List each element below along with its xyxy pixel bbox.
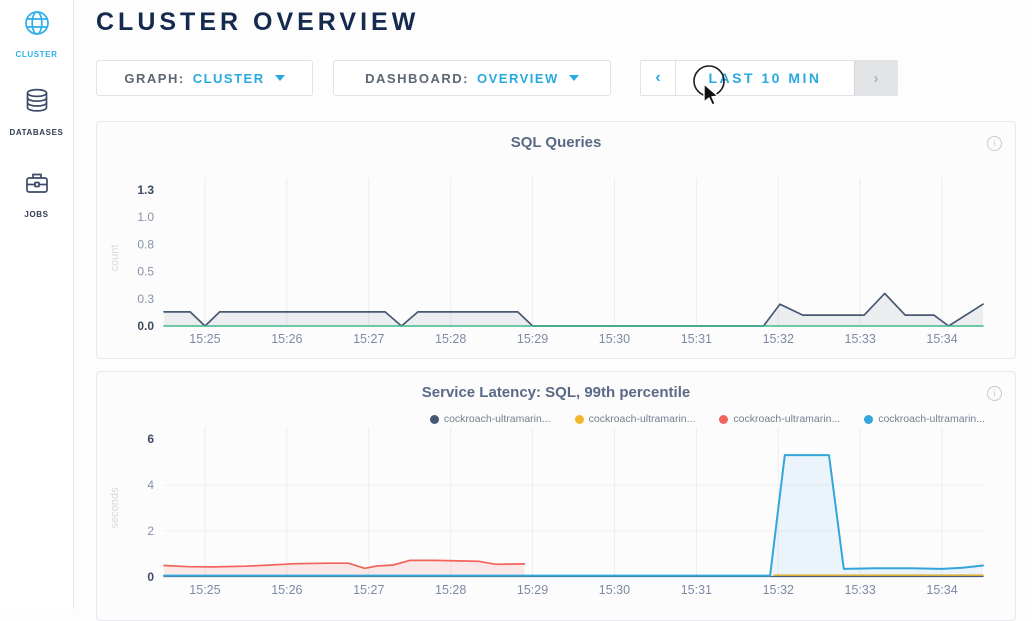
sql-queries-card: SQL Queries i 1.31.00.80.50.30.015:2515:… <box>96 121 1016 359</box>
sidebar-item-databases[interactable]: DATABASES <box>0 86 73 140</box>
svg-text:15:27: 15:27 <box>353 583 384 597</box>
svg-text:2: 2 <box>147 524 154 538</box>
service-latency-card: Service Latency: SQL, 99th percentile i … <box>96 371 1016 621</box>
svg-text:15:32: 15:32 <box>763 583 794 597</box>
service-latency-chart[interactable]: 6 4 2 0 15:25 15:26 15:27 15:28 15:29 15:30 15:31 1… <box>97 372 1017 610</box>
svg-text:1.0: 1.0 <box>137 210 154 224</box>
svg-text:15:29: 15:29 <box>517 332 548 346</box>
svg-text:15:30: 15:30 <box>599 332 630 346</box>
sql-queries-chart[interactable]: 1.3 1.0 0.8 0.5 0.3 0.0 15:25 15:26 15:27 15:28 15… <box>97 122 1017 360</box>
briefcase-icon <box>22 168 52 198</box>
svg-text:15:29: 15:29 <box>517 583 548 597</box>
svg-text:15:26: 15:26 <box>271 332 302 346</box>
graph-dropdown-value: CLUSTER <box>193 71 265 86</box>
sidebar: CLUSTER DATABASES JOBS <box>0 0 74 609</box>
svg-text:15:34: 15:34 <box>926 583 957 597</box>
page-title: CLUSTER OVERVIEW <box>96 8 419 37</box>
svg-text:15:25: 15:25 <box>189 583 220 597</box>
chevron-down-icon <box>569 75 579 81</box>
time-window-next-button[interactable]: › <box>854 61 897 95</box>
svg-text:15:28: 15:28 <box>435 583 466 597</box>
databases-icon <box>22 86 52 116</box>
globe-icon <box>22 8 52 38</box>
svg-text:15:27: 15:27 <box>353 332 384 346</box>
chevron-down-icon <box>275 75 285 81</box>
svg-text:15:33: 15:33 <box>845 332 876 346</box>
dashboard-dropdown[interactable]: DASHBOARD: OVERVIEW <box>333 60 611 96</box>
svg-text:15:32: 15:32 <box>763 332 794 346</box>
sidebar-item-label: DATABASES <box>10 128 64 137</box>
svg-text:0: 0 <box>147 570 154 584</box>
svg-text:15:26: 15:26 <box>271 583 302 597</box>
sidebar-item-jobs[interactable]: JOBS <box>0 168 73 222</box>
sidebar-item-label: JOBS <box>24 210 48 219</box>
time-window-selector: ‹ LAST 10 MIN › <box>640 60 898 96</box>
sidebar-item-cluster[interactable]: CLUSTER <box>0 8 73 62</box>
dashboard-dropdown-label: DASHBOARD: <box>365 71 469 86</box>
svg-text:1.3: 1.3 <box>137 183 154 197</box>
svg-text:15:25: 15:25 <box>189 332 220 346</box>
graph-dropdown-label: GRAPH: <box>124 71 184 86</box>
svg-text:15:31: 15:31 <box>681 332 712 346</box>
svg-text:15:30: 15:30 <box>599 583 630 597</box>
svg-text:0.3: 0.3 <box>137 292 154 306</box>
svg-text:count: count <box>109 245 121 272</box>
sidebar-item-label: CLUSTER <box>16 50 58 59</box>
svg-text:4: 4 <box>147 478 154 492</box>
svg-text:0.5: 0.5 <box>137 265 154 279</box>
svg-text:15:34: 15:34 <box>926 332 957 346</box>
svg-text:seconds: seconds <box>109 487 121 528</box>
dashboard-dropdown-value: OVERVIEW <box>477 71 559 86</box>
time-window-label[interactable]: LAST 10 MIN <box>676 61 854 95</box>
svg-text:15:33: 15:33 <box>845 583 876 597</box>
svg-text:6: 6 <box>147 432 154 446</box>
svg-text:0.0: 0.0 <box>137 319 154 333</box>
svg-text:15:28: 15:28 <box>435 332 466 346</box>
svg-text:15:31: 15:31 <box>681 583 712 597</box>
graph-dropdown[interactable]: GRAPH: CLUSTER <box>96 60 313 96</box>
svg-text:0.8: 0.8 <box>137 237 154 251</box>
time-window-prev-button[interactable]: ‹ <box>641 61 676 95</box>
